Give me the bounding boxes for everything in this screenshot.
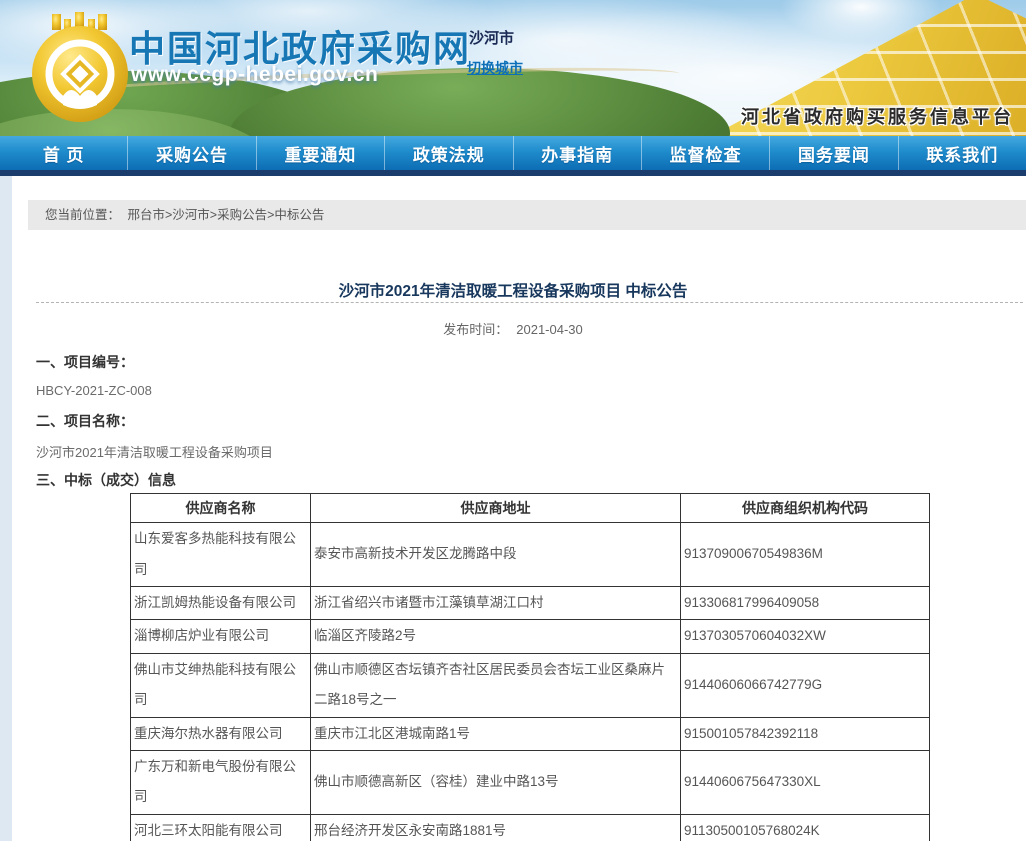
section-heading-project-number: 一、项目编号：: [36, 352, 134, 372]
supplier-address-cell: 浙江省绍兴市诸暨市江藻镇草湖江口村: [311, 587, 681, 620]
publish-date-line: 发布时间： 2021-04-30: [0, 319, 1026, 338]
nav-item[interactable]: 国务要闻: [770, 136, 898, 170]
supplier-name-cell: 山东爱客多热能科技有限公司: [131, 523, 311, 587]
supplier-address-cell: 邢台经济开发区永安南路1881号: [311, 814, 681, 841]
pyramid-glow: [781, 0, 941, 42]
breadcrumb: 您当前位置： 邢台市>沙河市>采购公告>中标公告: [28, 200, 1026, 230]
dashed-divider: [36, 302, 1023, 303]
site-header: 中国河北政府采购网 www.ccgp-hebei.gov.cn 沙河市 切换城市…: [0, 0, 1026, 136]
supplier-code-cell: 91440606066742779G: [681, 653, 930, 717]
col-header-supplier-org-code: 供应商组织机构代码: [681, 494, 930, 523]
supplier-code-cell: 915001057842392118: [681, 717, 930, 750]
award-table: 供应商名称 供应商地址 供应商组织机构代码 山东爱客多热能科技有限公司 泰安市高…: [130, 493, 930, 841]
main-nav: 首 页 采购公告 重要通知 政策法规 办事指南 监督检查 国务要闻 联系我们: [0, 136, 1026, 170]
project-name-value: 沙河市2021年清洁取暖工程设备采购项目: [36, 442, 273, 461]
nav-item[interactable]: 政策法规: [385, 136, 513, 170]
page: 中国河北政府采购网 www.ccgp-hebei.gov.cn 沙河市 切换城市…: [0, 0, 1026, 841]
publish-date-label: 发布时间：: [443, 322, 508, 337]
supplier-address-cell: 临淄区齐陵路2号: [311, 620, 681, 653]
publish-date-value: 2021-04-30: [516, 322, 583, 337]
supplier-address-cell: 泰安市高新技术开发区龙腾路中段: [311, 523, 681, 587]
nav-item[interactable]: 首 页: [0, 136, 128, 170]
nav-item[interactable]: 联系我们: [899, 136, 1026, 170]
supplier-code-cell: 91130500105768024K: [681, 814, 930, 841]
site-url: www.ccgp-hebei.gov.cn: [131, 63, 378, 87]
project-number-value: HBCY-2021-ZC-008: [36, 383, 152, 398]
supplier-address-cell: 重庆市江北区港城南路1号: [311, 717, 681, 750]
col-header-supplier-address: 供应商地址: [311, 494, 681, 523]
table-row: 河北三环太阳能有限公司 邢台经济开发区永安南路1881号 91130500105…: [131, 814, 930, 841]
platform-tagline: 河北省政府购买服务信息平台: [741, 103, 1014, 129]
current-city-label: 沙河市: [469, 27, 514, 48]
supplier-code-cell: 913306817996409058: [681, 587, 930, 620]
supplier-name-cell: 淄博柳店炉业有限公司: [131, 620, 311, 653]
section-heading-award-info: 三、中标（成交）信息: [36, 470, 176, 490]
nav-item[interactable]: 办事指南: [514, 136, 642, 170]
supplier-name-cell: 广东万和新电气股份有限公司: [131, 750, 311, 814]
section-heading-project-name: 二、项目名称：: [36, 411, 134, 431]
supplier-code-cell: 9137030570604032XW: [681, 620, 930, 653]
supplier-address-cell: 佛山市顺德区杏坛镇齐杏社区居民委员会杏坛工业区桑麻片二路18号之一: [311, 653, 681, 717]
page-title: 沙河市2021年清洁取暖工程设备采购项目 中标公告: [0, 279, 1026, 301]
site-logo-icon[interactable]: [26, 12, 134, 126]
supplier-code-cell: 91370900670549836M: [681, 523, 930, 587]
supplier-name-cell: 重庆海尔热水器有限公司: [131, 717, 311, 750]
supplier-name-cell: 浙江凯姆热能设备有限公司: [131, 587, 311, 620]
supplier-name-cell: 佛山市艾绅热能科技有限公司: [131, 653, 311, 717]
nav-item[interactable]: 监督检查: [642, 136, 770, 170]
supplier-address-cell: 佛山市顺德高新区（容桂）建业中路13号: [311, 750, 681, 814]
supplier-code-cell: 9144060675647330XL: [681, 750, 930, 814]
table-row: 淄博柳店炉业有限公司 临淄区齐陵路2号 9137030570604032XW: [131, 620, 930, 653]
table-row: 浙江凯姆热能设备有限公司 浙江省绍兴市诸暨市江藻镇草湖江口村 913306817…: [131, 587, 930, 620]
nav-item[interactable]: 采购公告: [128, 136, 256, 170]
table-row: 广东万和新电气股份有限公司 佛山市顺德高新区（容桂）建业中路13号 914406…: [131, 750, 930, 814]
table-header-row: 供应商名称 供应商地址 供应商组织机构代码: [131, 494, 930, 523]
switch-city-link[interactable]: 切换城市: [467, 58, 523, 78]
table-row: 重庆海尔热水器有限公司 重庆市江北区港城南路1号 915001057842392…: [131, 717, 930, 750]
breadcrumb-prefix: 您当前位置：: [45, 208, 120, 222]
left-margin-strip: [0, 176, 12, 841]
nav-bottom-strip: [0, 170, 1026, 176]
nav-item[interactable]: 重要通知: [257, 136, 385, 170]
breadcrumb-path: 邢台市>沙河市>采购公告>中标公告: [128, 208, 325, 222]
table-row: 山东爱客多热能科技有限公司 泰安市高新技术开发区龙腾路中段 9137090067…: [131, 523, 930, 587]
supplier-name-cell: 河北三环太阳能有限公司: [131, 814, 311, 841]
table-row: 佛山市艾绅热能科技有限公司 佛山市顺德区杏坛镇齐杏社区居民委员会杏坛工业区桑麻片…: [131, 653, 930, 717]
col-header-supplier-name: 供应商名称: [131, 494, 311, 523]
